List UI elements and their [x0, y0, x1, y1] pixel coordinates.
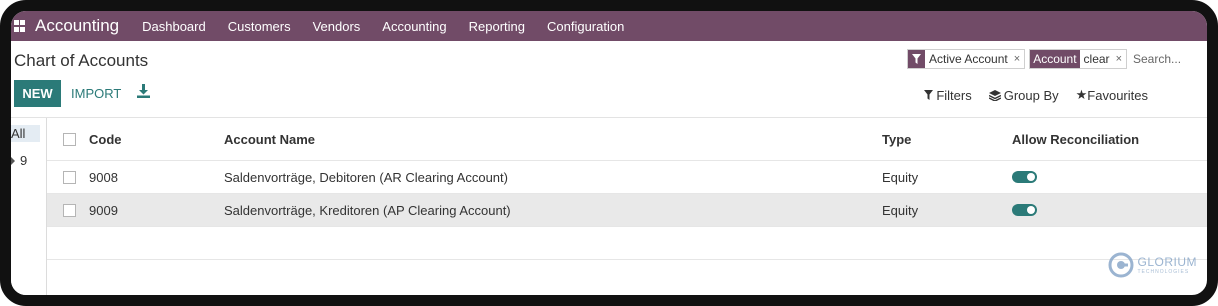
main-menu: Dashboard Customers Vendors Accounting R… [131, 19, 635, 34]
cell-allow-reconciliation [1012, 161, 1037, 193]
remove-facet-icon[interactable]: × [1012, 50, 1024, 68]
filter-icon [908, 50, 926, 68]
search-panel-all[interactable]: All [11, 125, 40, 142]
reconcile-toggle[interactable] [1012, 171, 1037, 183]
control-panel: Chart of Accounts NEW IMPORT Active Acco… [11, 41, 1207, 118]
menu-accounting[interactable]: Accounting [382, 19, 446, 34]
search-options: Filters Group By ★ Favourites [907, 87, 1148, 103]
app-name[interactable]: Accounting [35, 16, 119, 36]
column-header-type[interactable]: Type [882, 118, 911, 160]
facet-label: Account [1030, 50, 1080, 68]
group-label: 9 [20, 153, 28, 168]
page-title: Chart of Accounts [14, 51, 149, 70]
cell-type: Equity [882, 202, 919, 218]
cell-allow-reconciliation [1012, 194, 1037, 226]
watermark-name: GLORIUM [1137, 255, 1197, 269]
menu-reporting[interactable]: Reporting [469, 19, 525, 34]
select-all-checkbox[interactable] [63, 133, 76, 146]
cell-code: 9008 [89, 169, 118, 185]
new-button[interactable]: NEW [14, 80, 61, 107]
filters-toggle[interactable]: Filters [924, 87, 972, 103]
facet-value: Active Account [929, 52, 1008, 66]
top-navbar: Accounting Dashboard Customers Vendors A… [11, 11, 1207, 41]
favourites-label: Favourites [1087, 87, 1148, 103]
search-panel: All 9 [11, 118, 47, 295]
menu-customers[interactable]: Customers [228, 19, 291, 34]
star-icon: ★ [1075, 87, 1088, 102]
table-row[interactable]: 9009 Saldenvorträge, Kreditoren (AP Clea… [47, 194, 1207, 227]
facet-value: clear [1083, 52, 1110, 66]
search-bar: Active Account × Account clear × Search.… [907, 48, 1207, 70]
filter-facet: Active Account × [907, 49, 1026, 69]
layers-icon [988, 89, 1001, 101]
funnel-icon [924, 90, 934, 100]
list-view: Code Account Name Type Allow Reconciliat… [47, 118, 1207, 295]
menu-dashboard[interactable]: Dashboard [142, 19, 206, 34]
menu-configuration[interactable]: Configuration [547, 19, 624, 34]
glorium-logo-icon [1108, 252, 1134, 278]
column-header-code[interactable]: Code [89, 118, 122, 160]
empty-row [47, 227, 1207, 260]
filters-label: Filters [936, 87, 972, 103]
column-header-account-name[interactable]: Account Name [224, 118, 315, 160]
table-header: Code Account Name Type Allow Reconciliat… [47, 118, 1207, 161]
watermark-subtitle: TECHNOLOGIES [1137, 269, 1190, 275]
row-checkbox[interactable] [63, 204, 76, 217]
glorium-watermark: GLORIUM TECHNOLOGIES [1108, 252, 1197, 278]
cell-type: Equity [882, 169, 919, 185]
apps-menu-icon[interactable] [14, 20, 26, 32]
group-by-label: Group By [1003, 87, 1059, 103]
search-panel-group[interactable]: 9 [11, 153, 27, 168]
download-icon[interactable] [137, 84, 150, 98]
cell-account-name: Saldenvorträge, Kreditoren (AP Clearing … [224, 202, 511, 218]
column-header-allow-reconciliation[interactable]: Allow Reconciliation [1012, 118, 1139, 160]
remove-facet-icon[interactable]: × [1114, 50, 1126, 68]
import-button[interactable]: IMPORT [71, 86, 121, 101]
group-by-toggle[interactable]: Group By [988, 87, 1059, 103]
row-checkbox[interactable] [63, 171, 76, 184]
reconcile-toggle[interactable] [1012, 204, 1037, 216]
app-window: Accounting Dashboard Customers Vendors A… [0, 0, 1218, 306]
cell-account-name: Saldenvorträge, Debitoren (AR Clearing A… [224, 169, 508, 185]
favourites-toggle[interactable]: ★ Favourites [1076, 87, 1148, 103]
cell-code: 9009 [89, 202, 118, 218]
search-input[interactable]: Search... [1131, 52, 1207, 66]
caret-right-icon [11, 156, 15, 165]
menu-vendors[interactable]: Vendors [313, 19, 361, 34]
table-row[interactable]: 9008 Saldenvorträge, Debitoren (AR Clear… [47, 161, 1207, 194]
account-facet: Account clear × [1029, 49, 1127, 69]
